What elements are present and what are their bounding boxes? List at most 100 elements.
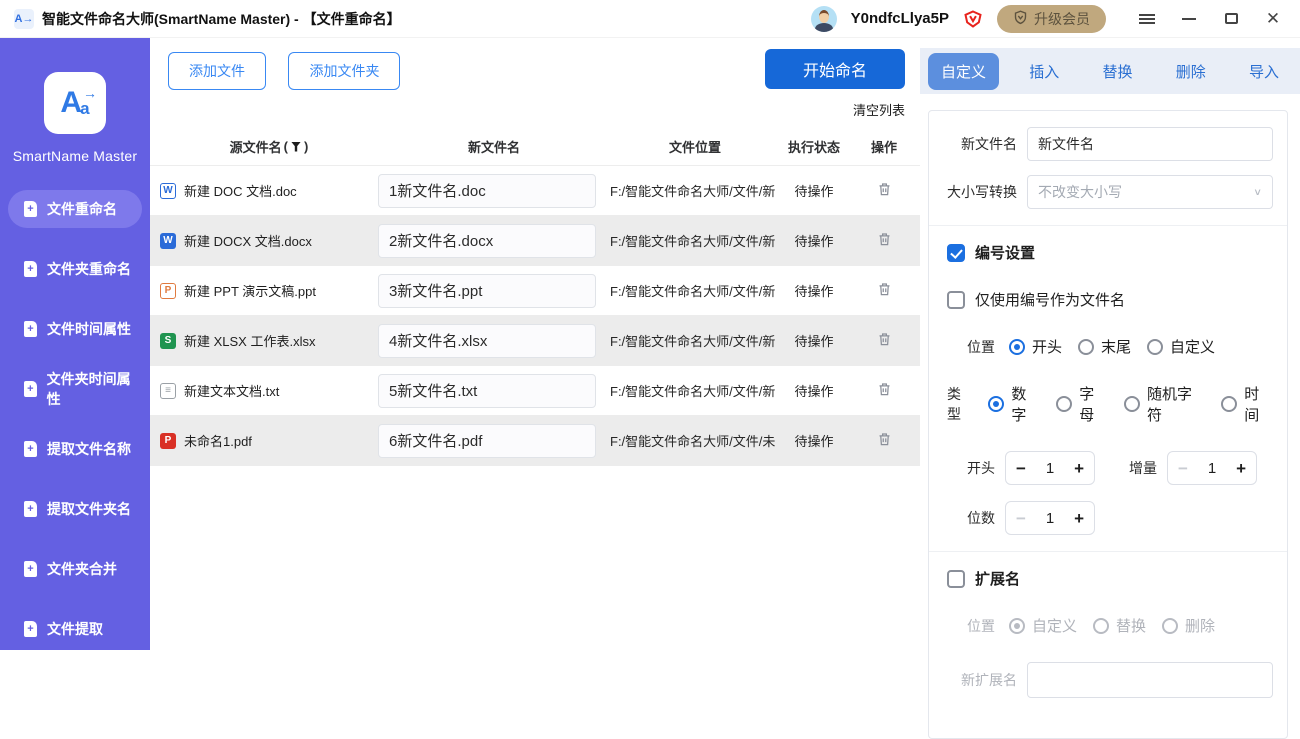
sidebar-item-extract-foldername[interactable]: + 提取文件夹名	[8, 490, 142, 528]
ext-custom-radio: 自定义	[1009, 615, 1077, 636]
new-name-input[interactable]	[378, 174, 596, 208]
tab-replace[interactable]: 替换	[1089, 53, 1145, 90]
increment-button[interactable]: +	[1236, 460, 1246, 477]
add-file-button[interactable]: 添加文件	[168, 52, 266, 90]
clear-list-link[interactable]: 清空列表	[853, 100, 905, 119]
delete-row-button[interactable]	[875, 429, 894, 452]
digits-label: 位数	[967, 508, 995, 528]
decrement-button[interactable]: −	[1178, 460, 1188, 477]
ext-replace-radio: 替换	[1093, 615, 1146, 636]
sidebar-item-folder-rename[interactable]: + 文件夹重命名	[8, 250, 142, 288]
new-name-input[interactable]	[378, 324, 596, 358]
delete-row-button[interactable]	[875, 179, 894, 202]
file-plus-icon: +	[24, 441, 37, 457]
only-number-checkbox-row[interactable]: 仅使用编号作为文件名	[947, 289, 1273, 310]
add-folder-button[interactable]: 添加文件夹	[288, 52, 400, 90]
docx-file-icon: W	[160, 233, 176, 249]
delete-row-button[interactable]	[875, 229, 894, 252]
delete-row-button[interactable]	[875, 379, 894, 402]
trash-icon	[877, 281, 892, 297]
status-text: 待操作	[780, 331, 848, 350]
increment-button[interactable]: +	[1074, 510, 1084, 527]
decrement-button[interactable]: −	[1016, 510, 1026, 527]
type-letter-radio[interactable]: 字母	[1056, 383, 1108, 425]
new-name-input[interactable]	[378, 224, 596, 258]
pdf-file-icon: P	[160, 433, 176, 449]
sidebar-item-file-time[interactable]: + 文件时间属性	[8, 310, 142, 348]
file-path: F:/智能文件命名大师/文件/未	[610, 431, 780, 450]
tab-import[interactable]: 导入	[1236, 53, 1292, 90]
position-end-radio[interactable]: 末尾	[1078, 336, 1131, 357]
trash-icon	[877, 231, 892, 247]
sidebar: A a → SmartName Master + 文件重命名 + 文件夹重命名 …	[0, 38, 150, 650]
file-plus-icon: +	[24, 321, 37, 337]
only-number-checkbox[interactable]	[947, 291, 965, 309]
tab-delete[interactable]: 删除	[1163, 53, 1219, 90]
tab-custom[interactable]: 自定义	[928, 53, 999, 90]
source-filename: 新建 DOC 文档.doc	[184, 181, 297, 200]
new-name-input[interactable]	[378, 374, 596, 408]
sidebar-item-folder-merge[interactable]: + 文件夹合并	[8, 550, 142, 588]
ppt-file-icon: P	[160, 283, 176, 299]
trash-icon	[877, 431, 892, 447]
extension-checkbox-row[interactable]: 扩展名	[947, 568, 1273, 589]
extension-checkbox[interactable]	[947, 570, 965, 588]
status-text: 待操作	[780, 181, 848, 200]
file-path: F:/智能文件命名大师/文件/新	[610, 181, 780, 200]
file-path: F:/智能文件命名大师/文件/新	[610, 331, 780, 350]
header-location: 文件位置	[610, 137, 780, 156]
table-row: P未命名1.pdf F:/智能文件命名大师/文件/未 待操作	[150, 416, 920, 466]
username: Y0ndfcLlya5P	[851, 10, 949, 27]
custom-settings-card: 新文件名 大小写转换 不改变大小写 ∨ 编号设置 仅使用编号作为文件名 位置 开…	[928, 110, 1288, 739]
sidebar-item-file-extract[interactable]: + 文件提取	[8, 610, 142, 648]
file-plus-icon: +	[24, 561, 37, 577]
sidebar-menu: + 文件重命名 + 文件夹重命名 + 文件时间属性 + 文件夹时间属性 + 提取…	[0, 190, 150, 648]
start-rename-button[interactable]: 开始命名	[765, 49, 905, 89]
increment-button[interactable]: +	[1074, 460, 1084, 477]
type-number-radio[interactable]: 数字	[988, 383, 1040, 425]
upgrade-member-button[interactable]: 升级会员	[997, 5, 1106, 33]
table-header: 源文件名 ( ) 新文件名 文件位置 执行状态 操作	[150, 128, 920, 166]
decrement-button[interactable]: −	[1016, 460, 1026, 477]
position-start-radio[interactable]: 开头	[1009, 336, 1062, 357]
numbering-checkbox-row[interactable]: 编号设置	[947, 242, 1273, 263]
new-name-input[interactable]	[378, 424, 596, 458]
digits-stepper: − 1 +	[1005, 501, 1095, 535]
numbering-checkbox[interactable]	[947, 244, 965, 262]
case-convert-select[interactable]: 不改变大小写 ∨	[1027, 175, 1273, 209]
hamburger-icon	[1139, 14, 1155, 24]
table-row: P新建 PPT 演示文稿.ppt F:/智能文件命名大师/文件/新 待操作	[150, 266, 920, 316]
sidebar-item-folder-time[interactable]: + 文件夹时间属性	[8, 370, 142, 408]
xlsx-file-icon: S	[160, 333, 176, 349]
sidebar-item-file-rename[interactable]: + 文件重命名	[8, 190, 142, 228]
increment-label: 增量	[1129, 458, 1157, 478]
header-status: 执行状态	[780, 137, 848, 156]
brand-name: SmartName Master	[0, 148, 150, 164]
vip-badge-icon	[963, 9, 983, 29]
menu-button[interactable]	[1130, 5, 1164, 33]
new-extension-input	[1027, 662, 1273, 698]
file-plus-icon: +	[24, 501, 37, 517]
minimize-button[interactable]	[1172, 5, 1206, 33]
rename-arrow-icon: →	[83, 85, 97, 101]
file-plus-icon: +	[24, 621, 37, 637]
position-custom-radio[interactable]: 自定义	[1147, 336, 1215, 357]
new-extension-label: 新扩展名	[943, 670, 1017, 690]
type-random-radio[interactable]: 随机字符	[1124, 383, 1205, 425]
type-time-radio[interactable]: 时间	[1221, 383, 1273, 425]
new-filename-input[interactable]	[1027, 127, 1273, 161]
file-path: F:/智能文件命名大师/文件/新	[610, 381, 780, 400]
new-name-input[interactable]	[378, 274, 596, 308]
trash-icon	[877, 381, 892, 397]
delete-row-button[interactable]	[875, 279, 894, 302]
delete-row-button[interactable]	[875, 329, 894, 352]
close-button[interactable]: ✕	[1256, 5, 1290, 33]
minimize-icon	[1182, 18, 1196, 20]
user-avatar[interactable]	[811, 6, 837, 32]
maximize-button[interactable]	[1214, 5, 1248, 33]
ext-position-label: 位置	[967, 616, 995, 636]
source-filename: 新建 PPT 演示文稿.ppt	[184, 281, 316, 300]
sidebar-item-extract-filename[interactable]: + 提取文件名称	[8, 430, 142, 468]
tab-insert[interactable]: 插入	[1016, 53, 1072, 90]
divider	[929, 551, 1287, 552]
